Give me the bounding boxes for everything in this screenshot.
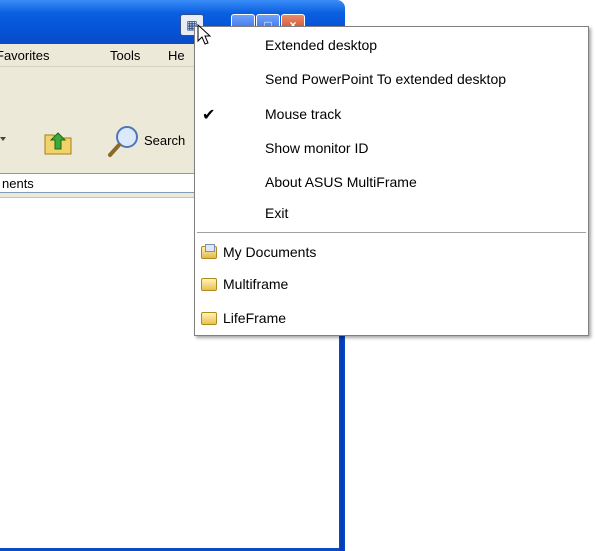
- address-path: nents: [2, 176, 34, 191]
- up-folder-icon[interactable]: [42, 125, 74, 157]
- menu-tools[interactable]: Tools: [110, 48, 140, 63]
- menu-item-label: LifeFrame: [223, 310, 287, 326]
- check-icon: ✔: [202, 107, 216, 124]
- search-label: Search: [144, 133, 186, 148]
- menu-item-show-monitor-id[interactable]: Show monitor ID: [265, 140, 368, 156]
- menu-item-label: Multiframe: [223, 276, 289, 292]
- menu-help[interactable]: He: [168, 48, 185, 63]
- mouse-cursor-icon: [197, 24, 211, 45]
- menu-item-exit[interactable]: Exit: [265, 205, 288, 221]
- menu-favorites[interactable]: Favorites: [0, 48, 49, 63]
- folder-icon: [201, 278, 217, 291]
- my-documents-icon: [201, 244, 217, 259]
- search-button[interactable]: Search: [106, 121, 196, 161]
- multiframe-context-menu: Extended desktop Send PowerPoint To exte…: [194, 26, 589, 336]
- menu-item-extended-desktop[interactable]: Extended desktop: [265, 37, 377, 53]
- dropdown-arrow-icon[interactable]: [0, 135, 8, 143]
- menu-item-about[interactable]: About ASUS MultiFrame: [265, 174, 417, 190]
- menu-item-send-powerpoint[interactable]: Send PowerPoint To extended desktop: [265, 71, 506, 87]
- search-icon: [108, 126, 138, 157]
- menu-item-mouse-track[interactable]: Mouse track: [265, 106, 341, 122]
- folder-icon: [201, 312, 217, 325]
- menu-separator: [197, 232, 586, 233]
- menu-item-label: My Documents: [223, 244, 317, 260]
